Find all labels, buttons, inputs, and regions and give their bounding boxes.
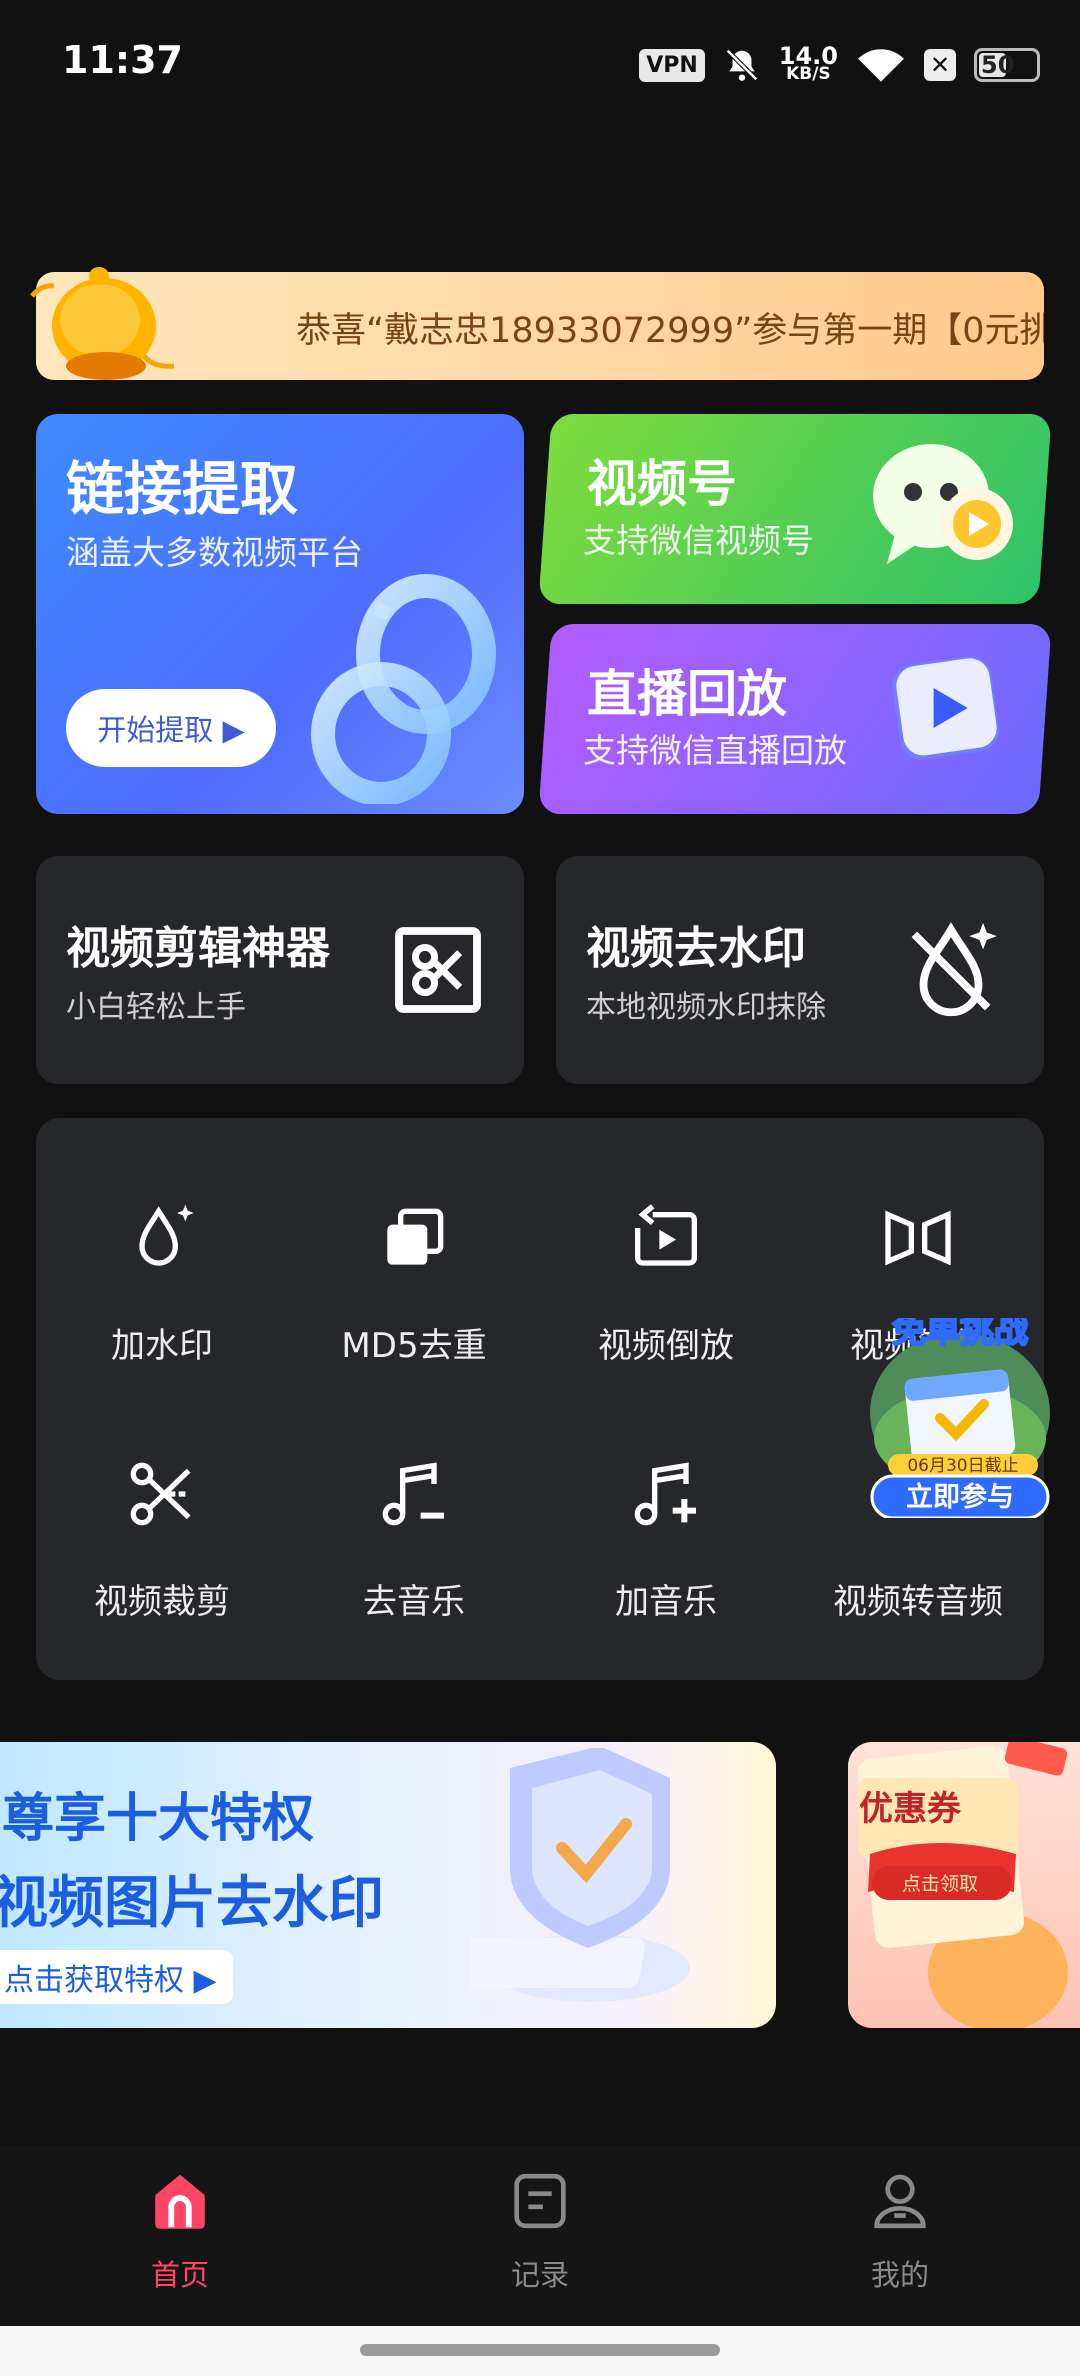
reverse-play-icon: [635, 1204, 697, 1266]
copy-icon: [387, 1208, 444, 1265]
vpn-badge: VPN: [639, 48, 705, 82]
records-icon: [514, 2173, 566, 2229]
coupon-banner[interactable]: 优惠券 点击领取: [848, 1742, 1080, 2028]
chain-link-icon: [311, 574, 496, 804]
marquee-text: 恭喜“戴志忠18933072999”参与第一期【0元挑战: [296, 311, 1044, 351]
channels-title: 视频号: [587, 455, 738, 513]
droplet-sparkle-icon: [139, 1204, 194, 1266]
user-icon: [874, 2174, 926, 2229]
badge-join-button[interactable]: 立即参与: [906, 1481, 1014, 1513]
tool-crop-video[interactable]: 视频裁剪: [36, 1374, 288, 1622]
video-editor-card[interactable]: 视频剪辑神器 小白轻松上手: [36, 856, 524, 1084]
coupon-title: 优惠券: [859, 1789, 962, 1829]
bottom-nav: 首页 记录 我的: [0, 2146, 1080, 2326]
coupon-icon: 优惠券 点击领取: [857, 1742, 1068, 2028]
nav-mine[interactable]: 我的: [800, 2166, 1000, 2294]
scissors-icon: [130, 1462, 191, 1526]
mirror-icon: [885, 1210, 951, 1266]
tool-remove-music[interactable]: 去音乐: [288, 1374, 540, 1622]
status-icons: VPN 14.0 KB/S ✕ 50: [639, 40, 1040, 90]
status-bar: 11:37 VPN 14.0 KB/S ✕ 50: [0, 0, 1080, 130]
crop-scissors-icon: [395, 927, 481, 1013]
home-indicator[interactable]: [360, 2344, 720, 2356]
tool-label: MD5去重: [341, 1326, 487, 1366]
nav-records[interactable]: 记录: [440, 2166, 640, 2294]
nav-mine-label: 我的: [870, 2258, 929, 2292]
status-time: 11:37: [62, 38, 183, 82]
home-icon: [155, 2174, 205, 2229]
link-extract-card[interactable]: 链接提取 涵盖大多数视频平台 开始提取 ▶: [36, 414, 524, 814]
tool-label: 视频裁剪: [94, 1582, 230, 1622]
live-replay-card[interactable]: 直播回放 支持微信直播回放: [538, 624, 1052, 814]
droplet-off-icon: [911, 922, 997, 1017]
tool-add-watermark[interactable]: 加水印: [36, 1118, 288, 1366]
nav-home-label: 首页: [150, 2258, 209, 2292]
link-extract-title: 链接提取: [66, 455, 299, 523]
channels-card[interactable]: 视频号 支持微信视频号: [538, 414, 1052, 604]
start-extract-button[interactable]: 开始提取 ▶: [66, 689, 276, 767]
play-screen-icon: [892, 656, 999, 760]
live-replay-subtitle: 支持微信直播回放: [582, 731, 847, 770]
tool-label: 去音乐: [363, 1582, 465, 1622]
badge-deadline: 06月30日截止: [907, 1456, 1018, 1476]
tool-label: 加音乐: [615, 1582, 717, 1622]
tool-label: 加水印: [111, 1326, 213, 1366]
remove-watermark-title: 视频去水印: [586, 923, 806, 974]
free-challenge-badge[interactable]: 免单挑战 06月30日截止 立即参与: [862, 1310, 1052, 1520]
nav-records-label: 记录: [510, 2258, 569, 2292]
banner-line1: 尊享十大特权: [2, 1789, 315, 1849]
channels-subtitle: 支持微信视频号: [582, 521, 814, 560]
music-minus-icon: [382, 1462, 444, 1526]
remove-watermark-card[interactable]: 视频去水印 本地视频水印抹除: [556, 856, 1044, 1084]
wifi-icon: [858, 49, 904, 82]
tool-label: 视频倒放: [598, 1326, 734, 1366]
battery-icon: 50: [974, 48, 1040, 82]
nav-home[interactable]: 首页: [80, 2166, 280, 2294]
calendar-check-icon: 免单挑战 06月30日截止 立即参与: [870, 1310, 1050, 1520]
close-box-icon: ✕: [924, 49, 956, 81]
shield-check-icon: [470, 1748, 690, 2002]
bell-icon: [30, 267, 174, 380]
video-editor-subtitle: 小白轻松上手: [66, 990, 246, 1025]
video-editor-title: 视频剪辑神器: [66, 923, 330, 974]
network-speed: 14.0 KB/S: [778, 42, 838, 84]
chat-play-icon: [873, 444, 1013, 564]
bell-mute-icon: [725, 49, 758, 81]
tool-mirror-video[interactable]: 视频镜像: [792, 1118, 1044, 1366]
badge-title: 免单挑战: [892, 1318, 1028, 1351]
tool-label: 视频转音频: [833, 1582, 1003, 1622]
tool-reverse-video[interactable]: 视频倒放: [540, 1118, 792, 1366]
coupon-cta[interactable]: 点击领取: [902, 1873, 978, 1895]
music-plus-icon: [634, 1462, 696, 1526]
vip-privilege-banner[interactable]: 尊享十大特权 视频图片去水印 点击获取特权 ▶: [0, 1742, 776, 2028]
tool-md5-dedupe[interactable]: MD5去重: [288, 1118, 540, 1366]
banner-cta[interactable]: 点击获取特权 ▶: [0, 1950, 233, 2004]
live-replay-title: 直播回放: [587, 665, 788, 723]
remove-watermark-subtitle: 本地视频水印抹除: [586, 990, 826, 1025]
banner-line2: 视频图片去水印: [0, 1871, 384, 1936]
tool-add-music[interactable]: 加音乐: [540, 1374, 792, 1622]
announcement-marquee[interactable]: 恭喜“戴志忠18933072999”参与第一期【0元挑战: [36, 272, 1044, 380]
